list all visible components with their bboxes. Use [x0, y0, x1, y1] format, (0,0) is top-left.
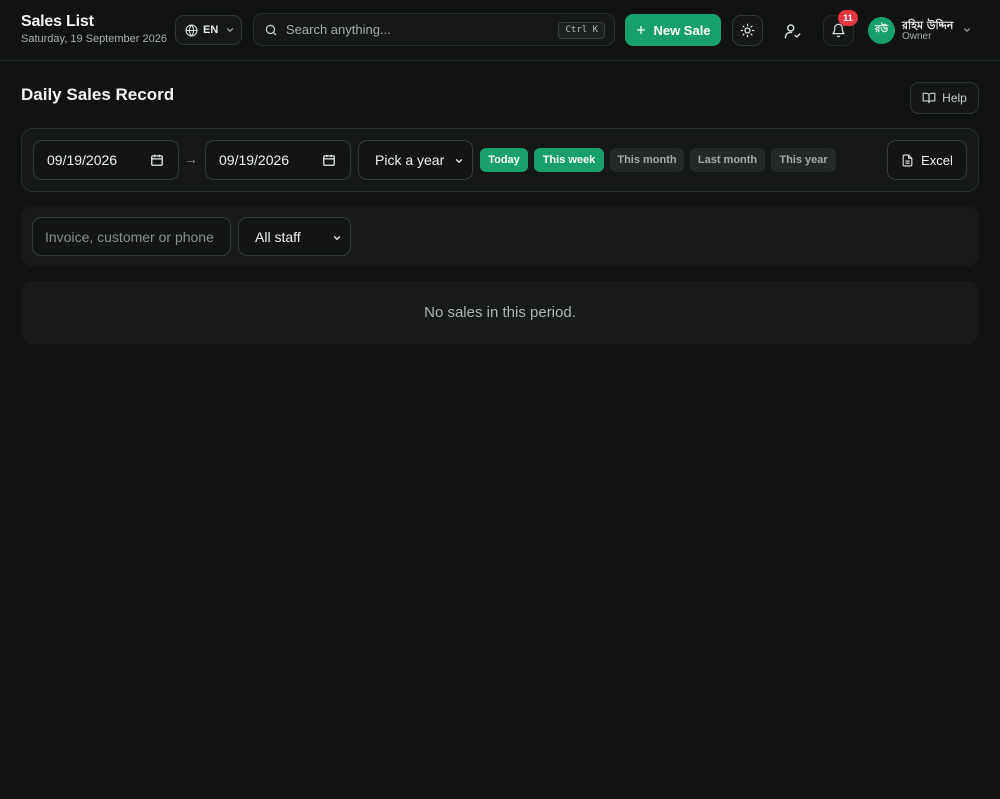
empty-state: No sales in this period.	[21, 281, 979, 344]
language-selector[interactable]: EN	[175, 15, 242, 45]
user-role: Owner	[902, 31, 932, 42]
empty-state-message: No sales in this period.	[424, 304, 576, 321]
date-to-input[interactable]: 09/19/2026	[205, 140, 351, 180]
quick-range-this-year[interactable]: This year	[771, 148, 836, 172]
page-title: Daily Sales Record	[21, 85, 175, 104]
export-label: Excel	[921, 152, 953, 168]
new-sale-label: New Sale	[653, 22, 711, 38]
global-search-input[interactable]	[286, 22, 556, 37]
book-open-icon	[922, 91, 936, 105]
calendar-icon[interactable]	[322, 153, 336, 167]
file-spreadsheet-icon	[901, 154, 914, 167]
chevron-down-icon	[454, 156, 464, 166]
chevron-down-icon[interactable]	[962, 25, 972, 35]
avatar[interactable]: রউ	[868, 17, 895, 44]
plus-icon	[635, 24, 647, 36]
date-range-separator: →	[184, 151, 198, 167]
search-shortcut-hint: Ctrl K	[558, 22, 605, 39]
current-date: Saturday, 19 September 2026	[21, 33, 167, 45]
year-select-value: Pick a year	[375, 152, 445, 168]
sun-icon	[740, 23, 755, 38]
chevron-down-icon	[225, 25, 235, 35]
invoice-search-input[interactable]	[32, 217, 231, 256]
year-select[interactable]: Pick a year	[358, 140, 473, 180]
globe-icon	[185, 23, 198, 37]
app-title: Sales List	[21, 13, 94, 30]
help-button[interactable]: Help	[910, 82, 979, 114]
theme-toggle-button[interactable]	[732, 15, 763, 46]
staff-filter-select[interactable]: All staff	[238, 217, 351, 256]
export-excel-button[interactable]: Excel	[887, 140, 967, 180]
top-bar: Sales List Saturday, 19 September 2026 E…	[0, 0, 1000, 61]
quick-range-today[interactable]: Today	[480, 148, 528, 172]
user-check-icon	[784, 22, 802, 40]
date-to-value: 09/19/2026	[219, 152, 290, 168]
calendar-icon[interactable]	[150, 153, 164, 167]
staff-button[interactable]	[777, 15, 808, 46]
date-from-value: 09/19/2026	[47, 152, 118, 168]
help-label: Help	[942, 91, 967, 105]
new-sale-button[interactable]: New Sale	[625, 14, 721, 46]
notification-count-badge: 11	[838, 10, 858, 26]
quick-range-last-month[interactable]: Last month	[690, 148, 765, 172]
date-from-input[interactable]: 09/19/2026	[33, 140, 179, 180]
staff-filter-value: All staff	[255, 228, 301, 245]
quick-range-this-month[interactable]: This month	[610, 148, 684, 172]
chevron-down-icon	[332, 233, 342, 243]
global-search[interactable]: Ctrl K	[253, 13, 615, 46]
search-icon	[264, 23, 278, 37]
language-label: EN	[203, 24, 219, 36]
quick-range-this-week[interactable]: This week	[534, 148, 604, 172]
